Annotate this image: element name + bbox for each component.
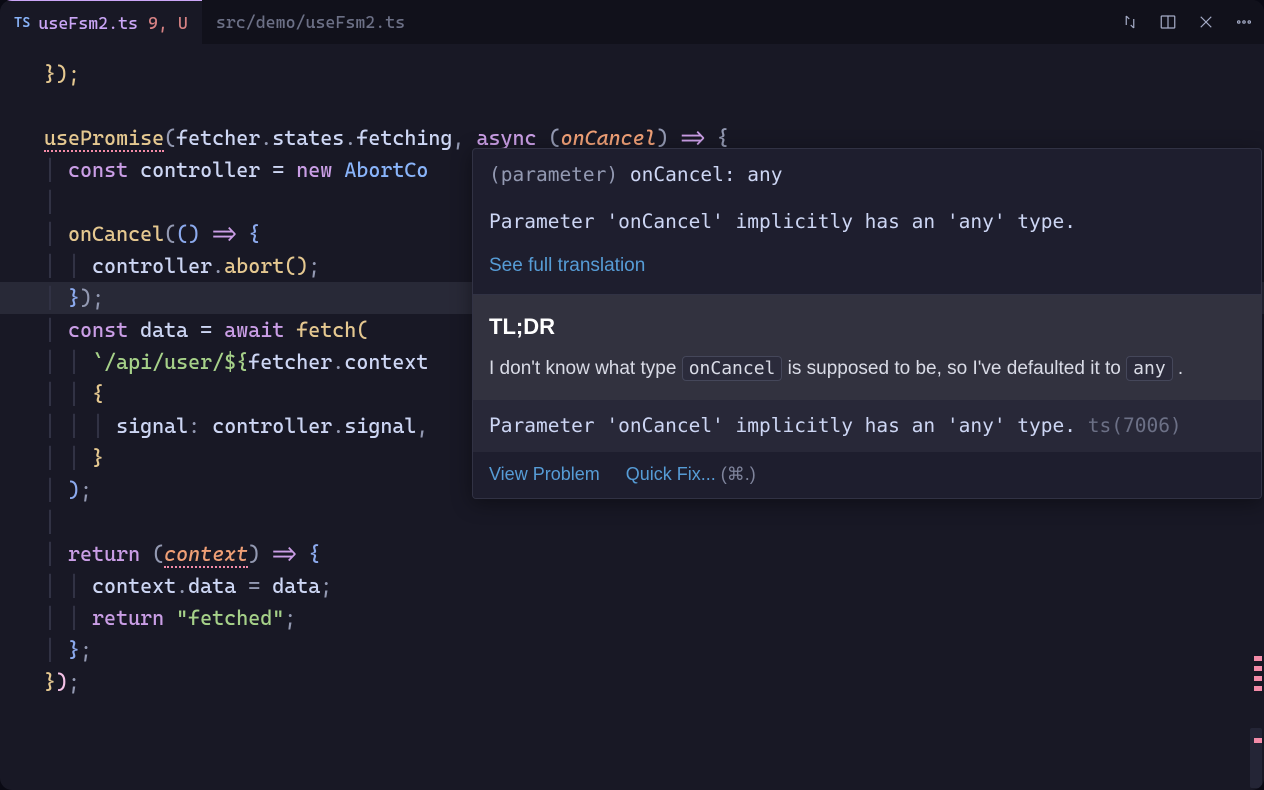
code-pill: any xyxy=(1126,356,1173,381)
code-line: │ }; xyxy=(44,634,1264,666)
close-icon[interactable] xyxy=(1196,12,1216,32)
tldr-section: TL;DR I don't know what type onCancel is… xyxy=(473,295,1261,401)
code-pill: onCancel xyxy=(682,356,783,381)
overview-ruler[interactable] xyxy=(1248,48,1262,782)
code-line: │ │ context.data = data; xyxy=(44,570,1264,602)
hover-signature: (parameter) onCancel: any xyxy=(473,149,1261,196)
code-line: │ return (context) => { xyxy=(44,538,1264,570)
code-line: │ xyxy=(44,506,1264,538)
hover-actions: View Problem Quick Fix... (⌘.) xyxy=(473,452,1261,499)
editor-window: TS useFsm2.ts 9, U src/demo/useFsm2.ts }… xyxy=(0,0,1264,790)
code-line: }); xyxy=(44,666,1264,698)
hover-message: Parameter 'onCancel' implicitly has an '… xyxy=(473,196,1261,247)
typescript-file-icon: TS xyxy=(14,15,30,31)
compare-changes-icon[interactable] xyxy=(1120,12,1140,32)
breadcrumb-path[interactable]: src/demo/useFsm2.ts xyxy=(202,12,405,32)
editor-tab[interactable]: TS useFsm2.ts 9, U xyxy=(0,0,202,44)
see-translation-link[interactable]: See full translation xyxy=(473,247,1261,293)
code-line xyxy=(44,90,1264,122)
tldr-title: TL;DR xyxy=(489,309,1245,344)
view-problem-link[interactable]: View Problem xyxy=(489,460,600,489)
diagnostic-row: Parameter 'onCancel' implicitly has an '… xyxy=(473,400,1261,451)
tab-bar: TS useFsm2.ts 9, U src/demo/useFsm2.ts xyxy=(0,0,1264,44)
code-line: │ │ return "fetched"; xyxy=(44,602,1264,634)
tab-filename: useFsm2.ts xyxy=(38,13,138,33)
split-editor-icon[interactable] xyxy=(1158,12,1178,32)
tab-issue-count: 9, U xyxy=(148,13,188,33)
diagnostic-code: ts(7006) xyxy=(1088,414,1182,437)
more-actions-icon[interactable] xyxy=(1234,12,1254,32)
tab-actions xyxy=(1120,12,1254,32)
quick-fix-link[interactable]: Quick Fix... (⌘.) xyxy=(626,460,756,489)
code-line: }); xyxy=(44,62,80,86)
tldr-body: I don't know what type onCancel is suppo… xyxy=(489,354,1245,384)
hover-tooltip: (parameter) onCancel: any Parameter 'onC… xyxy=(472,148,1262,499)
